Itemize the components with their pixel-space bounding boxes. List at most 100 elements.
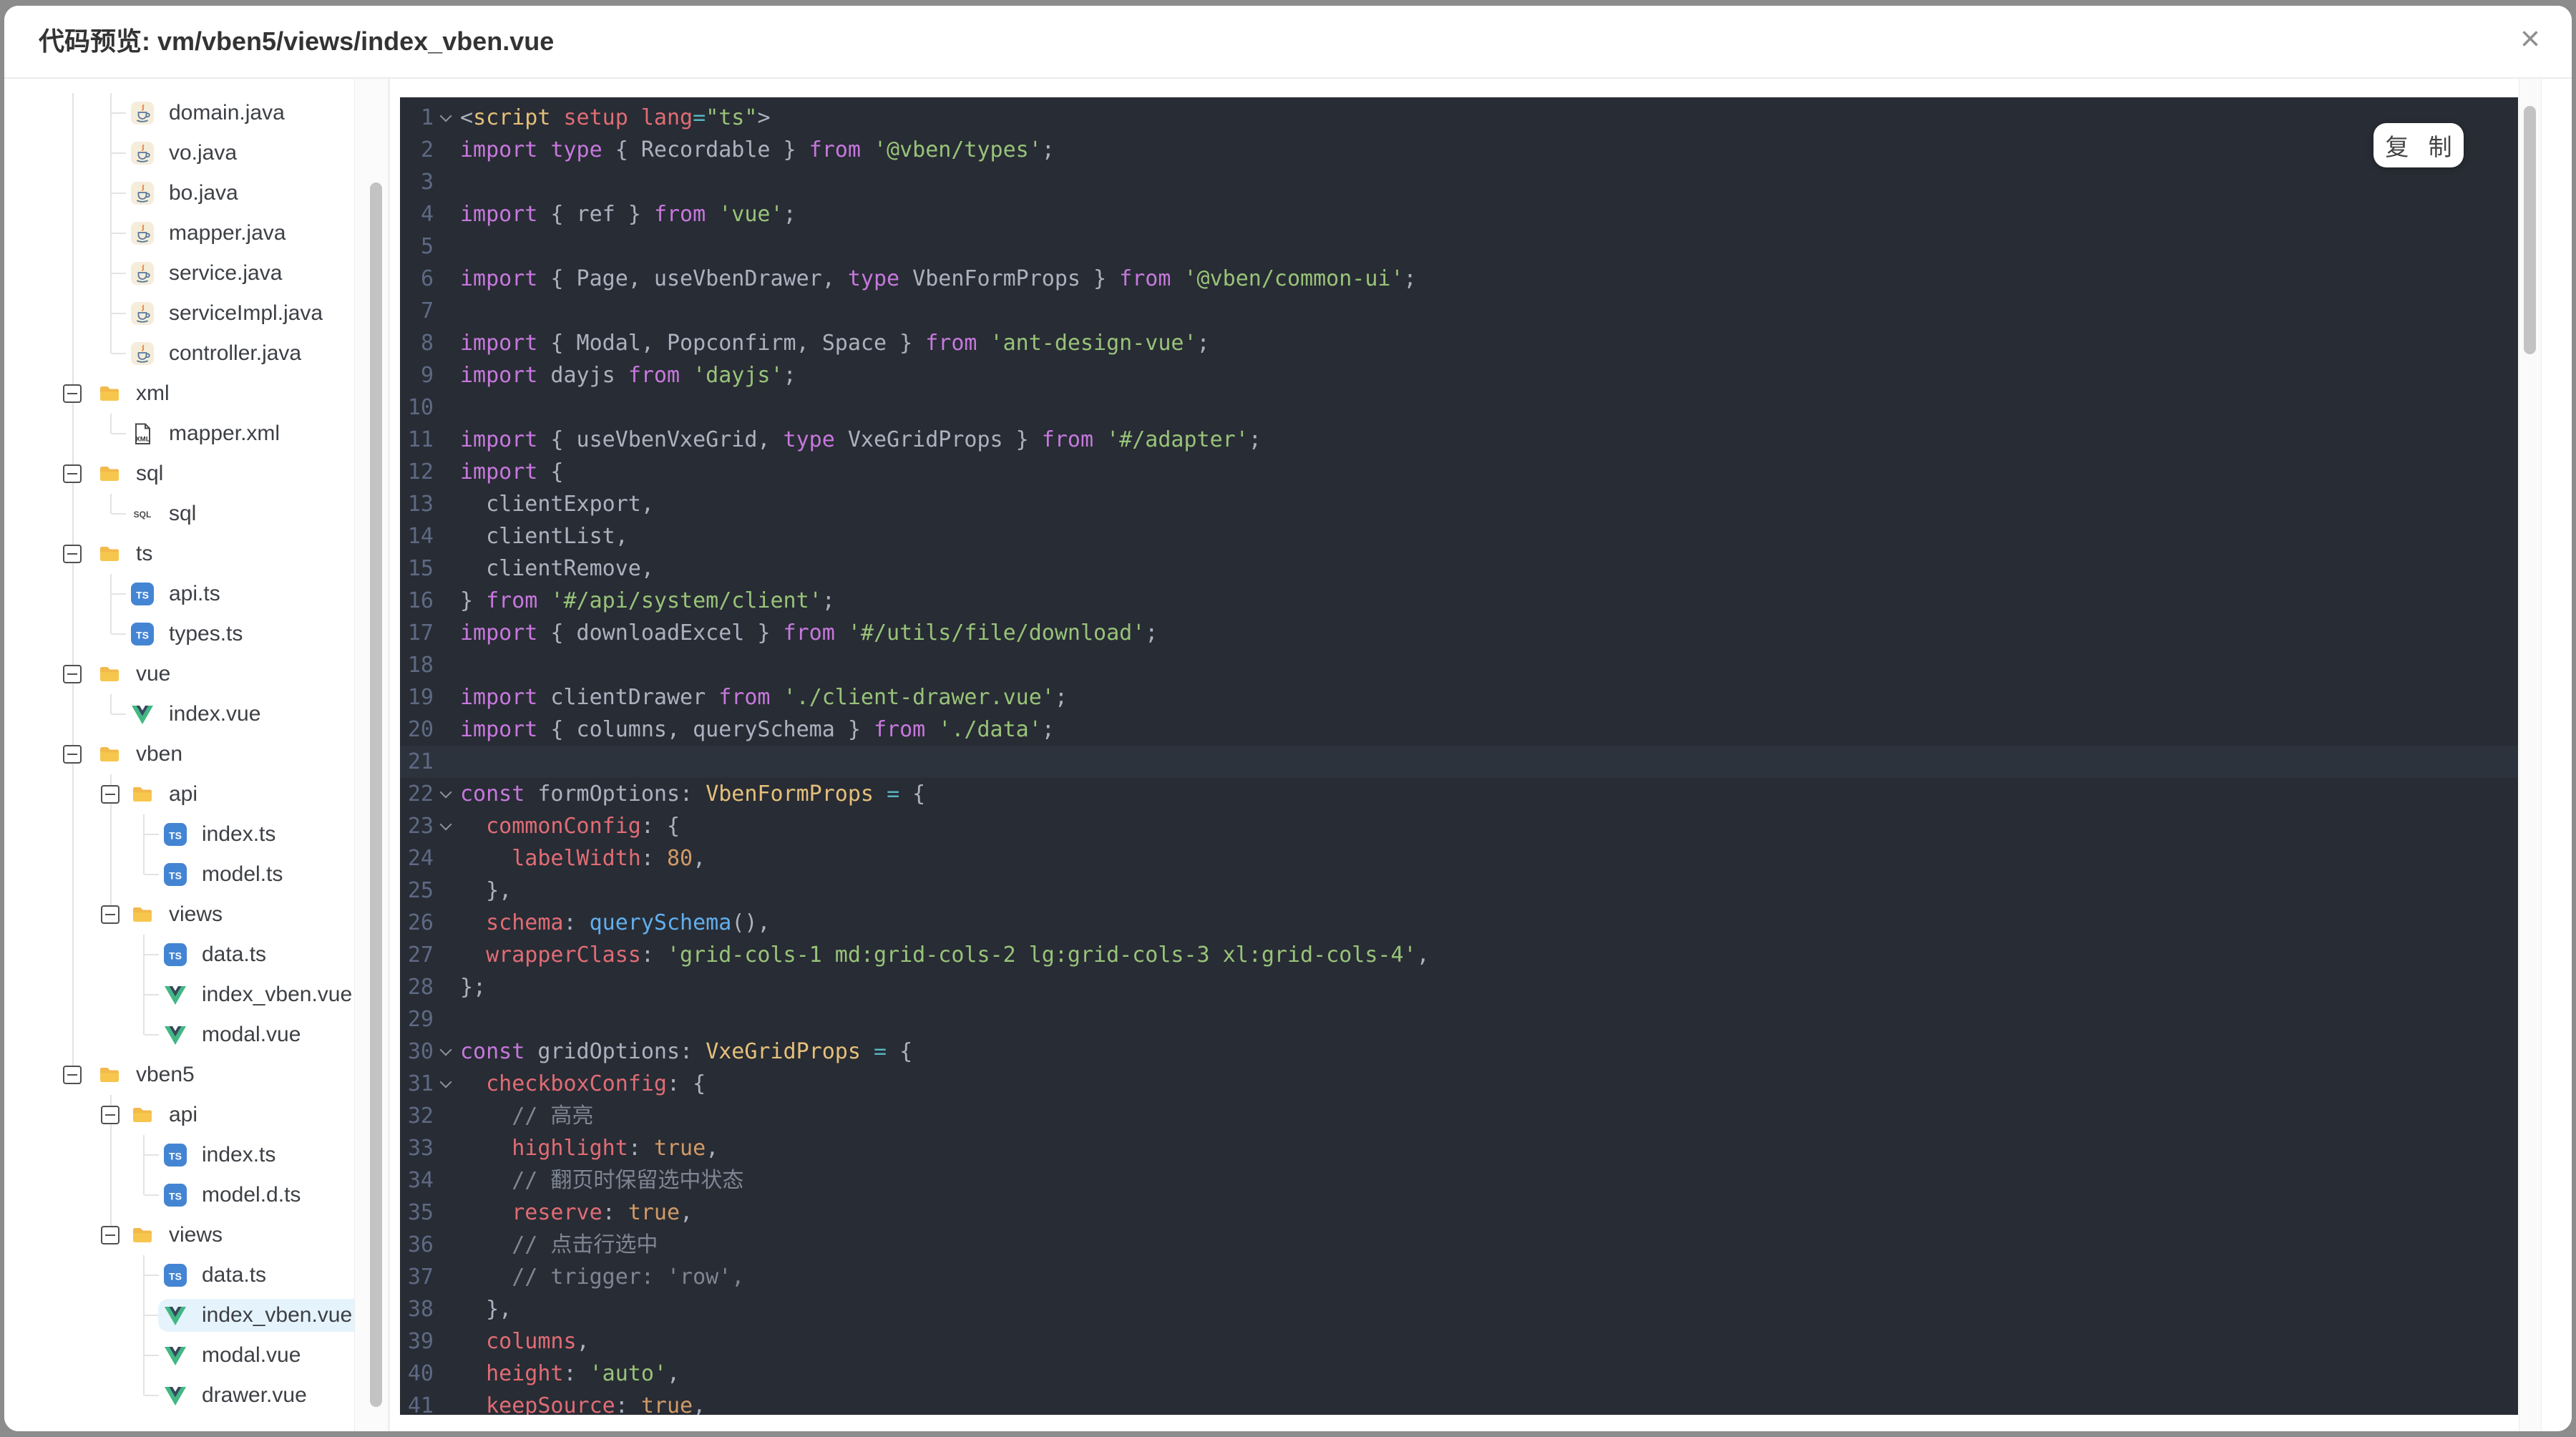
copy-button[interactable]: 复 制 [2373,123,2464,167]
tree-item[interactable]: sql [92,457,179,490]
tree-item-selected[interactable]: index_vben.vue [158,1299,369,1332]
tree-item[interactable]: api [125,1099,213,1131]
tree-row[interactable]: XML mapper.xml [4,414,389,454]
collapse-toggle-icon[interactable] [63,665,82,683]
tree-item[interactable]: TS index.ts [158,818,291,851]
tree-item[interactable]: serviceImpl.java [125,297,338,330]
tree-row[interactable]: controller.java [4,333,389,374]
tree-row[interactable]: modal.vue [4,1015,389,1055]
tree-row[interactable]: TS index.ts [4,814,389,854]
tree-item[interactable]: XML mapper.xml [125,417,296,450]
collapse-toggle-icon[interactable] [101,1226,119,1244]
tree-item[interactable]: ts [92,537,168,570]
tree-item[interactable]: SQL sql [125,497,212,530]
tree-item[interactable]: vben [92,738,198,771]
code-text: <script setup lang="ts"> [460,102,771,134]
tree-row[interactable]: service.java [4,253,389,293]
ts-file-icon: TS [164,943,187,966]
tree-row[interactable]: TS model.ts [4,854,389,895]
tree-row[interactable]: mapper.java [4,213,389,253]
tree-row[interactable]: xml [4,374,389,414]
tree-row[interactable]: index_vben.vue [4,975,389,1015]
tree-row[interactable]: TS data.ts [4,1255,389,1295]
tree-item[interactable]: TS types.ts [125,618,258,651]
tree-item[interactable]: mapper.java [125,217,301,250]
tree-item[interactable]: xml [92,377,185,410]
close-icon[interactable]: × [2507,17,2553,63]
code-token: : [640,942,667,968]
tree-row[interactable]: serviceImpl.java [4,293,389,333]
line-number: 9 [420,363,434,388]
tree-item[interactable]: domain.java [125,97,301,130]
tree-row[interactable]: vben [4,734,389,774]
tree-item[interactable]: vo.java [125,137,253,170]
tree-row[interactable]: domain.java [4,93,389,133]
tree-item[interactable]: TS api.ts [125,578,236,610]
tree-item[interactable]: TS index.ts [158,1139,291,1171]
tree-row[interactable]: index_vben.vue [4,1295,389,1335]
line-number: 36 [407,1232,434,1257]
fold-chevron-icon[interactable] [441,1078,452,1088]
tree-guide-stub [145,1315,159,1316]
tree-item-label: api [169,782,198,806]
tree-item[interactable]: service.java [125,257,298,290]
tree-row[interactable]: modal.vue [4,1335,389,1375]
tree-row[interactable]: vben5 [4,1055,389,1095]
tree-item[interactable]: views [125,1219,238,1252]
tree-item-label: service.java [169,261,283,285]
tree-scrollbar-thumb[interactable] [370,182,382,1407]
collapse-toggle-icon[interactable] [63,384,82,403]
tree-item[interactable]: TS model.d.ts [158,1179,316,1212]
tree-row[interactable]: api [4,774,389,814]
tree-row[interactable]: ts [4,534,389,574]
tree-item[interactable]: TS data.ts [158,938,282,971]
tree-row[interactable]: TS types.ts [4,614,389,654]
tree-item[interactable]: api [125,778,213,811]
tree-item[interactable]: TS model.ts [158,858,298,891]
tree-row[interactable]: vo.java [4,133,389,173]
collapse-toggle-icon[interactable] [63,745,82,764]
tree-item-label: views [169,902,223,926]
tree-row[interactable]: views [4,1215,389,1255]
tree-row[interactable]: bo.java [4,173,389,213]
tree-item[interactable]: bo.java [125,177,254,210]
tree-item[interactable]: vben5 [92,1058,210,1091]
fold-chevron-icon[interactable] [441,820,452,831]
tree-row[interactable]: TS index.ts [4,1135,389,1175]
collapse-toggle-icon[interactable] [63,464,82,483]
tree-row[interactable]: index.vue [4,694,389,734]
ts-file-icon: TS [131,583,154,605]
tree-item[interactable]: drawer.vue [158,1379,323,1412]
tree-row[interactable]: sql [4,454,389,494]
tree-item[interactable]: vue [92,658,186,691]
code-line: 32 // 高亮 [400,1100,2518,1132]
tree-row[interactable]: drawer.vue [4,1375,389,1416]
tree-row[interactable]: views [4,895,389,935]
tree-item[interactable]: index_vben.vue [158,978,368,1011]
collapse-toggle-icon[interactable] [101,1106,119,1124]
tree-item[interactable]: index.vue [125,698,276,731]
code-token: , [1416,942,1430,968]
collapse-toggle-icon[interactable] [101,785,119,804]
tree-item[interactable]: controller.java [125,337,317,370]
code-text: wrapperClass: 'grid-cols-1 md:grid-cols-… [460,939,1430,971]
tree-row[interactable]: TS api.ts [4,574,389,614]
tree-guide-line [143,1375,145,1395]
svg-text:TS: TS [169,1191,182,1202]
tree-item[interactable]: TS data.ts [158,1259,282,1292]
collapse-toggle-icon[interactable] [63,545,82,563]
tree-item[interactable]: views [125,898,238,931]
tree-row[interactable]: vue [4,654,389,694]
code-scrollbar-thumb[interactable] [2524,106,2536,354]
tree-row[interactable]: SQL sql [4,494,389,534]
fold-chevron-icon[interactable] [441,112,452,122]
collapse-toggle-icon[interactable] [101,905,119,924]
fold-chevron-icon[interactable] [441,1046,452,1056]
tree-row[interactable]: TS model.d.ts [4,1175,389,1215]
collapse-toggle-icon[interactable] [63,1066,82,1084]
tree-item[interactable]: modal.vue [158,1339,316,1372]
tree-item[interactable]: modal.vue [158,1018,316,1051]
tree-row[interactable]: api [4,1095,389,1135]
tree-row[interactable]: TS data.ts [4,935,389,975]
fold-chevron-icon[interactable] [441,788,452,799]
